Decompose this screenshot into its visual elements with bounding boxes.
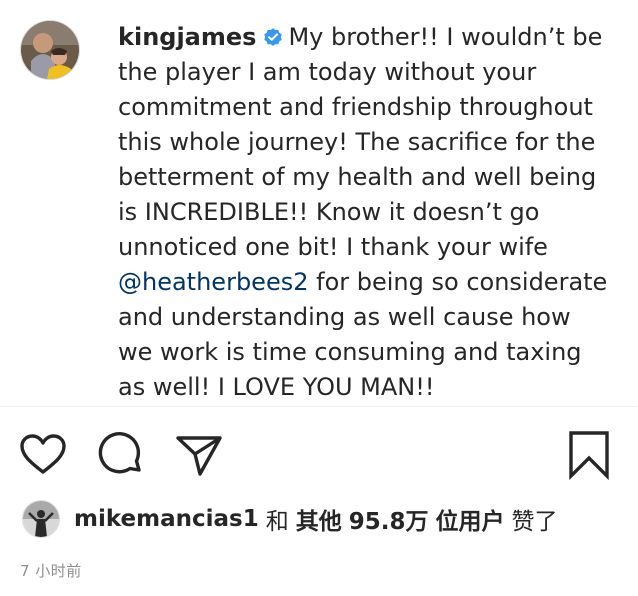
others-label[interactable]: 其他 [296,502,342,536]
save-button[interactable] [564,430,614,480]
share-button[interactable] [174,430,224,480]
heart-icon [20,434,66,474]
likes-conjunction: 和 [265,509,289,535]
caption-section: kingjames My brother!! I wouldn’t be the … [0,0,638,398]
paper-plane-icon [176,436,222,476]
post-caption: kingjames My brother!! I wouldn’t be the … [118,20,608,398]
liker-avatar[interactable] [22,500,60,538]
liker-username[interactable]: mikemancias1 [74,506,259,532]
liker-photo-icon [23,501,59,537]
bookmark-icon [569,431,609,480]
profile-photo-icon [21,21,79,79]
comment-icon [98,432,141,474]
section-divider [0,406,638,407]
verified-badge-icon [262,23,284,46]
caption-text-part-1: My brother!! I wouldn’t be the player I … [118,23,603,261]
liked-text: 赞了 [511,509,558,535]
users-label[interactable]: 位用户 [435,502,504,536]
likes-count[interactable]: 95.8万 [349,502,429,536]
author-avatar[interactable] [20,20,80,80]
mention-link[interactable]: @heatherbees2 [118,268,308,296]
author-username[interactable]: kingjames [118,23,256,51]
post-timestamp[interactable]: 7 小时前 [20,560,82,581]
comment-button[interactable] [96,430,146,480]
like-button[interactable] [18,430,68,480]
likes-summary: mikemancias1 和 其他 95.8万 位用户 赞了 [22,498,557,540]
